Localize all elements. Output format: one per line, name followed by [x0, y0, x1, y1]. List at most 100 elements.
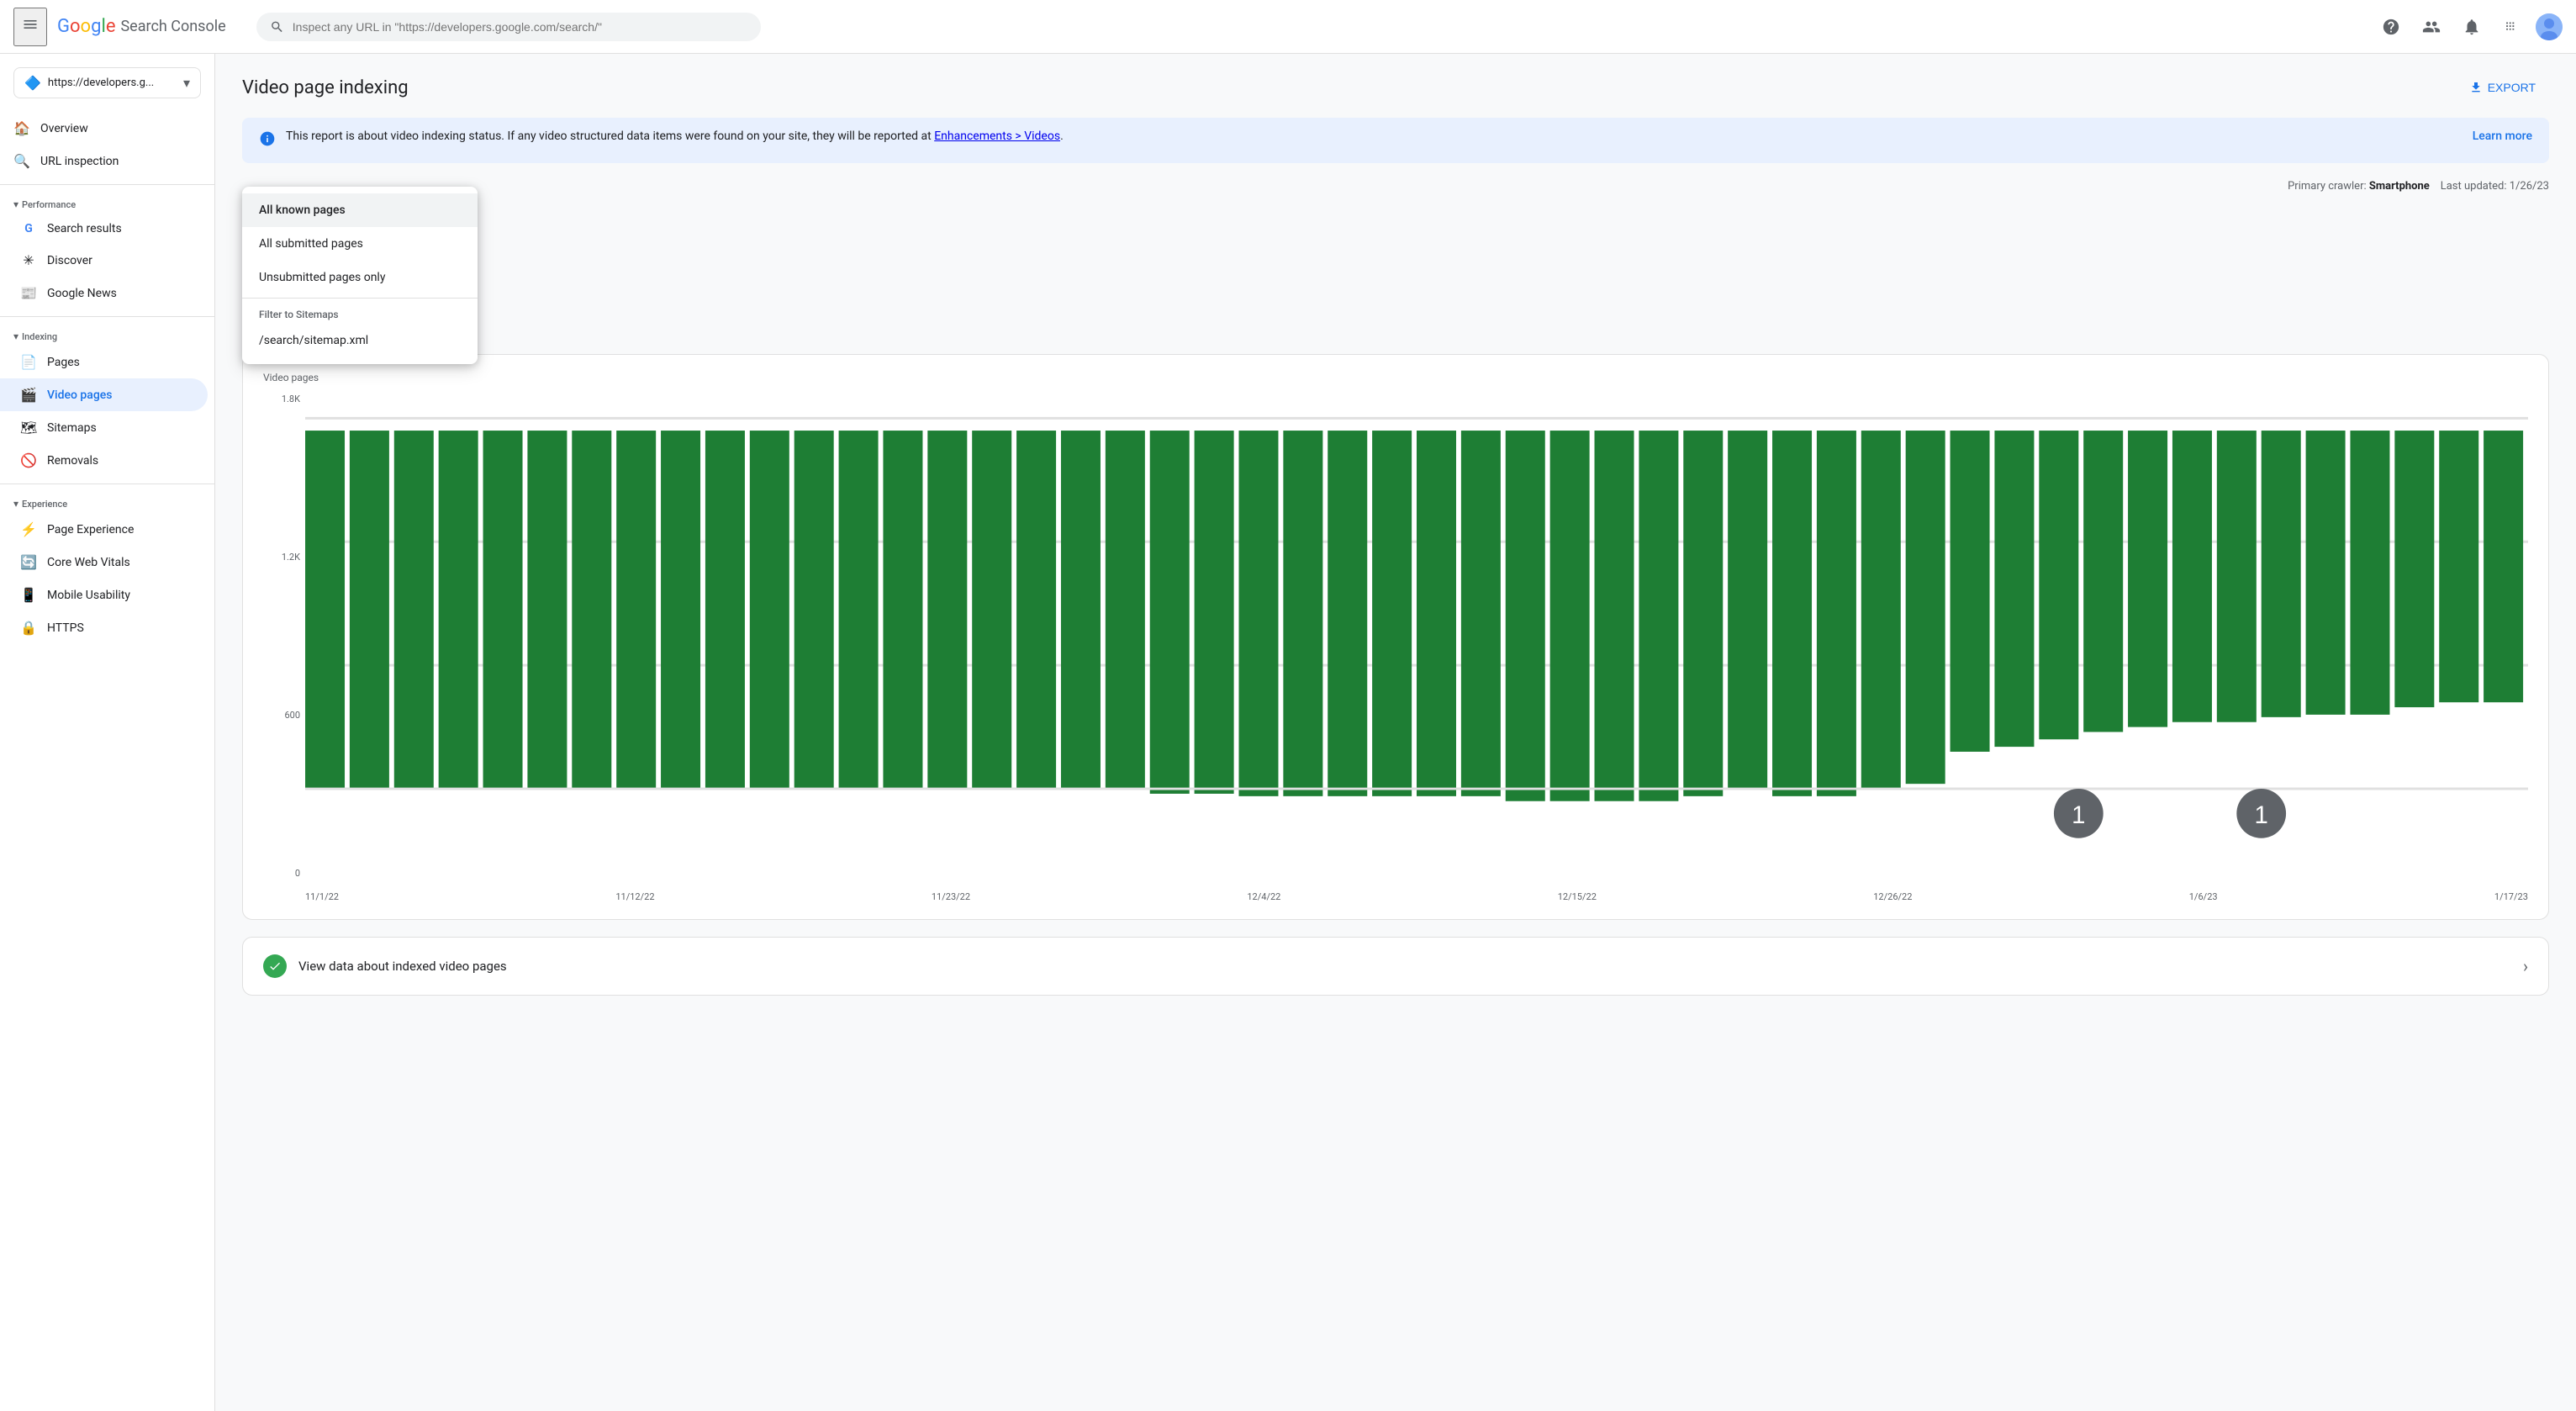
page-title: Video page indexing: [242, 77, 409, 98]
filter-dropdown[interactable]: All known pages All submitted pages Unsu…: [242, 187, 478, 364]
export-button[interactable]: EXPORT: [2456, 74, 2549, 101]
sidebar-item-pages[interactable]: 📄 Pages: [0, 346, 208, 378]
search-icon: [270, 19, 284, 34]
view-check-icon: [263, 954, 287, 978]
controls-row: All known pages All submitted pages Unsu…: [242, 180, 2549, 193]
sidebar-item-video-pages[interactable]: 🎬 Video pages: [0, 378, 208, 411]
sidebar-item-sitemaps[interactable]: 🗺 Sitemaps: [0, 411, 208, 444]
filter-sitemaps-label: Filter to Sitemaps: [242, 302, 478, 324]
sidebar-item-https[interactable]: 🔒 HTTPS: [0, 611, 208, 644]
last-updated-value: 1/26/23: [2510, 180, 2549, 193]
property-url: https://developers.g...: [48, 77, 177, 89]
page-header: Video page indexing EXPORT: [242, 74, 2549, 101]
mobile-usability-label: Mobile Usability: [47, 589, 130, 602]
chevron-down-icon-3: ▾: [13, 498, 18, 510]
search-bar[interactable]: [256, 13, 761, 41]
mobile-icon: 📱: [20, 587, 37, 603]
property-icon: 🔷: [24, 75, 41, 91]
performance-section-label: ▾ Performance: [0, 192, 214, 214]
sidebar-item-discover[interactable]: ✳ Discover: [0, 244, 208, 277]
pages-icon: 📄: [20, 354, 37, 370]
property-selector[interactable]: 🔷 https://developers.g... ▾: [13, 67, 201, 98]
google-news-label: Google News: [47, 287, 117, 300]
sidebar: 🔷 https://developers.g... ▾ 🏠 Overview 🔍…: [0, 54, 215, 1411]
chart-y-labels: 1.8K 1.2K 600 0: [263, 394, 300, 879]
page-experience-label: Page Experience: [47, 523, 134, 536]
app-title: Search Console: [120, 18, 225, 35]
logo[interactable]: Google Search Console: [57, 16, 226, 37]
chevron-down-icon-2: ▾: [13, 330, 18, 342]
sidebar-item-mobile-usability[interactable]: 📱 Mobile Usability: [0, 579, 208, 611]
indexing-section-label: ▾ Indexing: [0, 324, 214, 346]
removals-icon: 🚫: [20, 452, 37, 468]
overview-label: Overview: [40, 122, 88, 135]
search-console-button[interactable]: [2415, 10, 2448, 44]
arrow-right-icon: ›: [2523, 956, 2528, 976]
property-dropdown-icon: ▾: [183, 75, 190, 91]
crawler-value: Smartphone: [2369, 180, 2430, 193]
discover-icon: ✳: [20, 252, 37, 268]
chart-container: Video pages 1.8K 1.2K 600 0: [242, 354, 2549, 920]
info-icon: [259, 130, 276, 151]
cwv-icon: 🔄: [20, 554, 37, 570]
meta-info: Primary crawler: Smartphone Last updated…: [2288, 180, 2549, 193]
enhancements-link[interactable]: Enhancements > Videos: [934, 129, 1060, 143]
info-banner: This report is about video indexing stat…: [242, 118, 2549, 163]
dropdown-item-all-submitted[interactable]: All submitted pages: [242, 227, 478, 261]
chart-area: 1.8K 1.2K 600 0: [263, 394, 2528, 902]
layout: 🔷 https://developers.g... ▾ 🏠 Overview 🔍…: [0, 54, 2576, 1411]
sidebar-item-page-experience[interactable]: ⚡ Page Experience: [0, 513, 208, 546]
search-results-label: Search results: [47, 222, 122, 235]
divider-1: [0, 184, 214, 185]
stats-row: Video indexed 1.43K: [242, 243, 2549, 337]
menu-icon[interactable]: [13, 8, 47, 46]
core-web-vitals-label: Core Web Vitals: [47, 556, 130, 569]
notifications-button[interactable]: [2455, 10, 2489, 44]
sidebar-item-google-news[interactable]: 📰 Google News: [0, 277, 208, 309]
sidebar-item-search-results[interactable]: G Search results: [0, 214, 208, 244]
search-input[interactable]: [293, 20, 747, 34]
help-button[interactable]: [2374, 10, 2408, 44]
main-content: Video page indexing EXPORT This report i…: [215, 54, 2576, 1411]
video-pages-label: Video pages: [47, 388, 112, 402]
experience-section-label: ▾ Experience: [0, 491, 214, 513]
sidebar-item-core-web-vitals[interactable]: 🔄 Core Web Vitals: [0, 546, 208, 579]
avatar[interactable]: [2536, 13, 2563, 40]
svg-text:1: 1: [2255, 801, 2268, 829]
topbar: Google Search Console: [0, 0, 2576, 54]
pages-label: Pages: [47, 356, 80, 369]
video-icon: 🎬: [20, 387, 37, 403]
x-axis-labels: 11/1/22 11/12/22 11/23/22 12/4/22 12/15/…: [305, 891, 2528, 902]
https-label: HTTPS: [47, 621, 84, 635]
divider-2: [0, 316, 214, 317]
page-experience-icon: ⚡: [20, 521, 37, 537]
view-data-text: View data about indexed video pages: [298, 959, 2511, 974]
view-data-row[interactable]: View data about indexed video pages ›: [242, 937, 2549, 996]
learn-more-link[interactable]: Learn more: [2473, 129, 2532, 143]
search-url-icon: 🔍: [13, 153, 30, 169]
discover-label: Discover: [47, 254, 92, 267]
topbar-actions: [2374, 10, 2563, 44]
sitemaps-icon: 🗺: [20, 420, 37, 436]
dropdown-item-sitemap[interactable]: /search/sitemap.xml: [242, 324, 478, 357]
export-label: EXPORT: [2488, 81, 2536, 94]
url-inspection-label: URL inspection: [40, 155, 119, 168]
dropdown-item-unsubmitted[interactable]: Unsubmitted pages only: [242, 261, 478, 294]
chevron-down-icon: ▾: [13, 198, 18, 210]
chart-svg: 1 1: [305, 394, 2528, 888]
apps-button[interactable]: [2495, 10, 2529, 44]
sidebar-item-removals[interactable]: 🚫 Removals: [0, 444, 208, 477]
dropdown-divider: [242, 298, 478, 299]
sidebar-item-overview[interactable]: 🏠 Overview: [0, 112, 208, 145]
info-text: This report is about video indexing stat…: [286, 129, 1064, 143]
lock-icon: 🔒: [20, 620, 37, 636]
svg-text:1: 1: [2072, 801, 2085, 829]
news-icon: 📰: [20, 285, 37, 301]
removals-label: Removals: [47, 454, 98, 468]
sitemaps-label: Sitemaps: [47, 421, 97, 435]
chart-title: Video pages: [263, 372, 2528, 383]
sidebar-item-url-inspection[interactable]: 🔍 URL inspection: [0, 145, 208, 177]
dropdown-item-all-known[interactable]: All known pages: [242, 193, 478, 227]
home-icon: 🏠: [13, 120, 30, 136]
google-icon: G: [20, 222, 37, 235]
